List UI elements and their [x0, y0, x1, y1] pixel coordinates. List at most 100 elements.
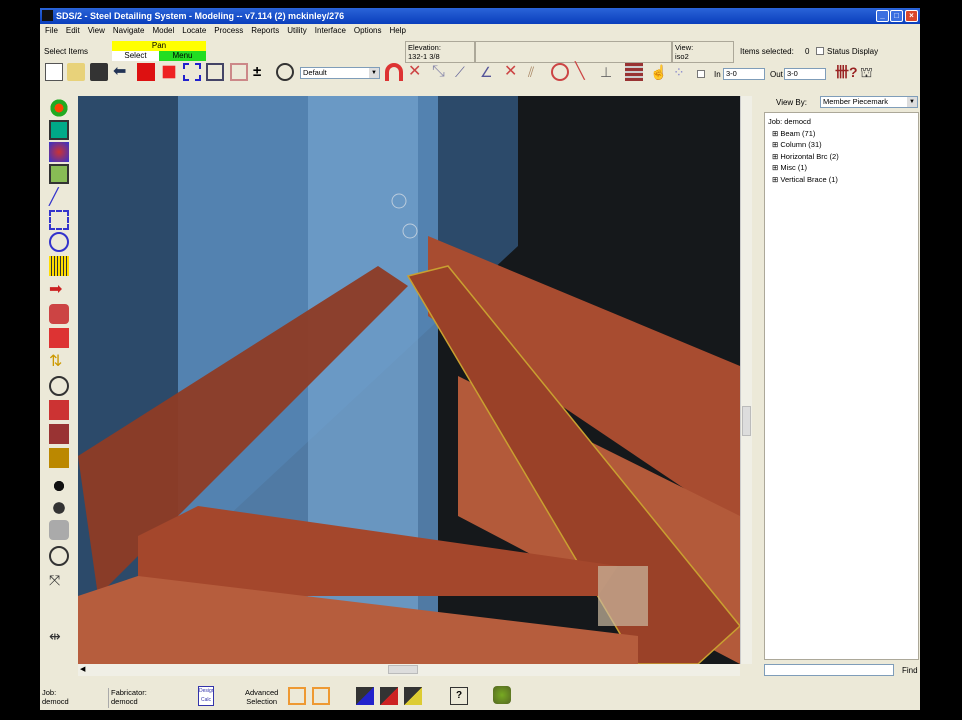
- menu-reports[interactable]: Reports: [251, 24, 279, 38]
- tree-item-column[interactable]: ⊞ Column (31): [768, 139, 915, 151]
- traffic-light-icon[interactable]: [49, 98, 69, 118]
- view-by-select[interactable]: Member Piecemark ▼: [820, 96, 918, 108]
- minimize-button[interactable]: _: [876, 10, 889, 22]
- plate-icon[interactable]: [49, 328, 69, 348]
- undo-arrow-icon[interactable]: ⬅: [113, 63, 131, 81]
- in-out-checkbox[interactable]: [697, 70, 705, 78]
- gears-icon[interactable]: [49, 142, 69, 162]
- menu-options[interactable]: Options: [354, 24, 382, 38]
- yellow-triangle-icon[interactable]: [404, 687, 422, 705]
- gusset-plate: [598, 566, 648, 626]
- viewport-horizontal-scrollbar[interactable]: ◀: [78, 664, 740, 676]
- close-button[interactable]: ×: [905, 10, 918, 22]
- menu-file[interactable]: File: [45, 24, 58, 38]
- member-help-icon[interactable]: 卌?: [835, 63, 858, 81]
- parallel-line-icon[interactable]: ⫽: [528, 63, 546, 81]
- copy-member-icon[interactable]: [49, 400, 69, 420]
- menu-interface[interactable]: Interface: [315, 24, 346, 38]
- angle-line-icon[interactable]: ∠: [480, 63, 498, 81]
- pointer-tool-icon[interactable]: ☝: [650, 63, 668, 81]
- select-mouse-button[interactable]: Select: [112, 51, 159, 61]
- open-folder-icon[interactable]: [67, 63, 85, 81]
- chevron-down-icon[interactable]: ▼: [369, 68, 379, 78]
- ruler-icon[interactable]: [49, 256, 69, 276]
- save-icon[interactable]: [90, 63, 108, 81]
- help-sheet-icon[interactable]: ?: [450, 687, 468, 705]
- layer-select-value: Default: [303, 68, 327, 77]
- cross-line-icon[interactable]: ✕: [504, 63, 522, 81]
- dimension-icon[interactable]: ⊥: [600, 63, 618, 81]
- pan-mouse-button[interactable]: Pan: [112, 41, 206, 51]
- member-move-icon[interactable]: [162, 65, 176, 79]
- hole-icon[interactable]: [49, 498, 69, 518]
- find-input[interactable]: [764, 664, 894, 676]
- design-calc-button[interactable]: Design Calc: [198, 686, 214, 706]
- find-button[interactable]: Find: [902, 666, 918, 675]
- window-select-icon[interactable]: [183, 63, 201, 81]
- rotate-view-icon[interactable]: [276, 63, 294, 81]
- robot-icon[interactable]: [493, 686, 511, 704]
- beam-section-icon[interactable]: [625, 63, 643, 81]
- grid-line-icon[interactable]: ✕: [408, 63, 426, 81]
- line-tool-icon[interactable]: ⤡: [432, 63, 450, 81]
- layer-icon[interactable]: [49, 448, 69, 468]
- add-selection-icon[interactable]: [288, 687, 306, 705]
- out-field[interactable]: 3-0: [784, 68, 826, 80]
- menu-locate[interactable]: Locate: [182, 24, 206, 38]
- arrow-right-icon[interactable]: ➡: [49, 280, 69, 300]
- maximize-button[interactable]: □: [890, 10, 903, 22]
- status-blank: [475, 41, 672, 63]
- tree-item-label: Misc (1): [780, 163, 808, 172]
- menu-model[interactable]: Model: [152, 24, 174, 38]
- model-cube-icon[interactable]: [49, 164, 69, 184]
- red-triangle-icon[interactable]: [380, 687, 398, 705]
- new-file-icon[interactable]: [45, 63, 63, 81]
- main-toolbar: ⬅ ± Default ▼ ✕ ⤡ ⟋ ∠ ✕ ⫽ ╲ ⊥ ☝ ⁘ In 3-0 …: [40, 63, 920, 87]
- magnet-snap-icon[interactable]: [385, 63, 403, 81]
- status-display-checkbox[interactable]: [816, 47, 824, 55]
- rectangle-icon[interactable]: [49, 210, 69, 230]
- menu-utility[interactable]: Utility: [287, 24, 307, 38]
- remove-selection-icon[interactable]: [312, 687, 330, 705]
- scroll-thumb[interactable]: [742, 406, 751, 436]
- menu-mouse-button[interactable]: Menu: [159, 51, 206, 61]
- viewport-vertical-scrollbar[interactable]: [740, 96, 752, 664]
- scroll-thumb[interactable]: [388, 665, 418, 674]
- model-viewport[interactable]: [78, 96, 740, 664]
- line-icon[interactable]: ╱: [49, 188, 69, 208]
- zoom-icon[interactable]: [49, 546, 69, 566]
- tree-item-horizontal-brace[interactable]: ⊞ Horizontal Brc (2): [768, 151, 915, 163]
- scroll-left-arrow-icon[interactable]: ◀: [80, 665, 85, 673]
- diagonal-line-icon[interactable]: ╲: [575, 63, 593, 81]
- blue-triangle-icon[interactable]: [356, 687, 374, 705]
- snapshot-icon[interactable]: [206, 63, 224, 81]
- circle-tool-icon[interactable]: [551, 63, 569, 81]
- chevron-down-icon[interactable]: ▼: [907, 97, 917, 107]
- in-field[interactable]: 3-0: [723, 68, 765, 80]
- points-tool-icon[interactable]: ⁘: [673, 63, 691, 81]
- circle-icon[interactable]: [49, 232, 69, 252]
- menu-help[interactable]: Help: [390, 24, 406, 38]
- tree-item-beam[interactable]: ⊞ Beam (71): [768, 128, 915, 140]
- rotate-icon[interactable]: [49, 376, 69, 396]
- menu-edit[interactable]: Edit: [66, 24, 80, 38]
- stack-icon[interactable]: [49, 424, 69, 444]
- crane-icon[interactable]: ⛫: [860, 63, 878, 81]
- fit-view-icon[interactable]: ⤧: [49, 570, 69, 590]
- add-member-icon[interactable]: [137, 63, 155, 81]
- menu-navigate[interactable]: Navigate: [113, 24, 145, 38]
- tree-item-vertical-brace[interactable]: ⊞ Vertical Brace (1): [768, 174, 915, 186]
- plus-minus-icon[interactable]: ±: [253, 63, 271, 81]
- dot-icon[interactable]: [49, 476, 69, 496]
- menu-view[interactable]: View: [88, 24, 105, 38]
- cylinder-icon[interactable]: [49, 520, 69, 540]
- monitor-icon[interactable]: [49, 120, 69, 140]
- construction-line-icon[interactable]: ⟋: [455, 63, 473, 81]
- menu-process[interactable]: Process: [214, 24, 243, 38]
- layer-select[interactable]: Default ▼: [300, 67, 380, 79]
- tree-item-misc[interactable]: ⊞ Misc (1): [768, 162, 915, 174]
- weld-icon[interactable]: [49, 304, 69, 324]
- bolt-icon[interactable]: ⇅: [49, 352, 69, 372]
- layout-icon[interactable]: [230, 63, 248, 81]
- pan-tool-icon[interactable]: ⇹: [49, 626, 69, 646]
